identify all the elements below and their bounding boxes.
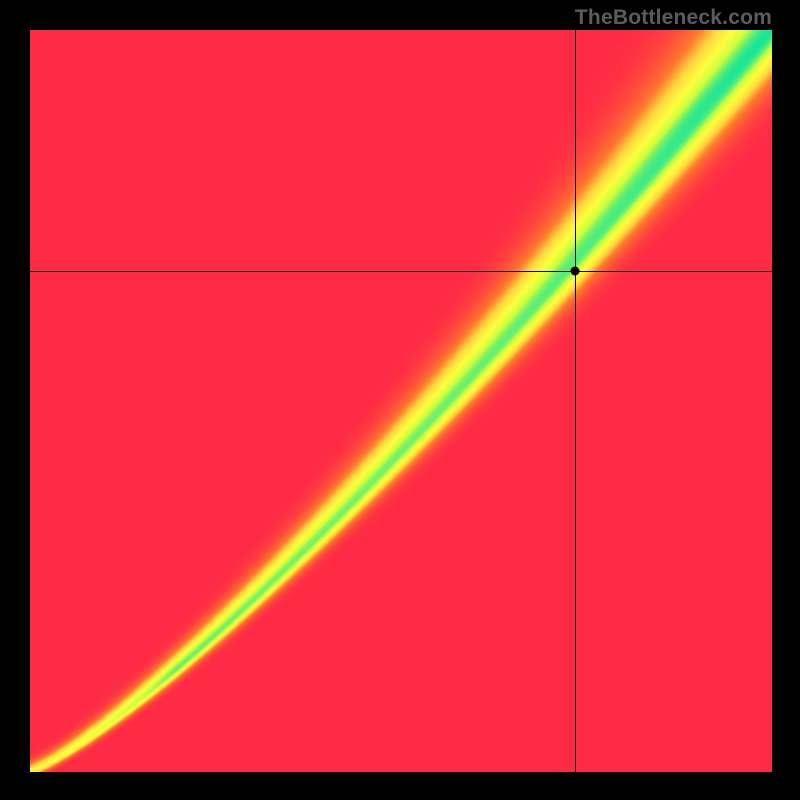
crosshair-horizontal — [30, 271, 772, 272]
chart-frame: TheBottleneck.com — [0, 0, 800, 800]
crosshair-vertical — [575, 30, 576, 772]
selection-marker — [571, 267, 580, 276]
bottleneck-heatmap — [30, 30, 772, 772]
watermark-text: TheBottleneck.com — [575, 6, 772, 30]
